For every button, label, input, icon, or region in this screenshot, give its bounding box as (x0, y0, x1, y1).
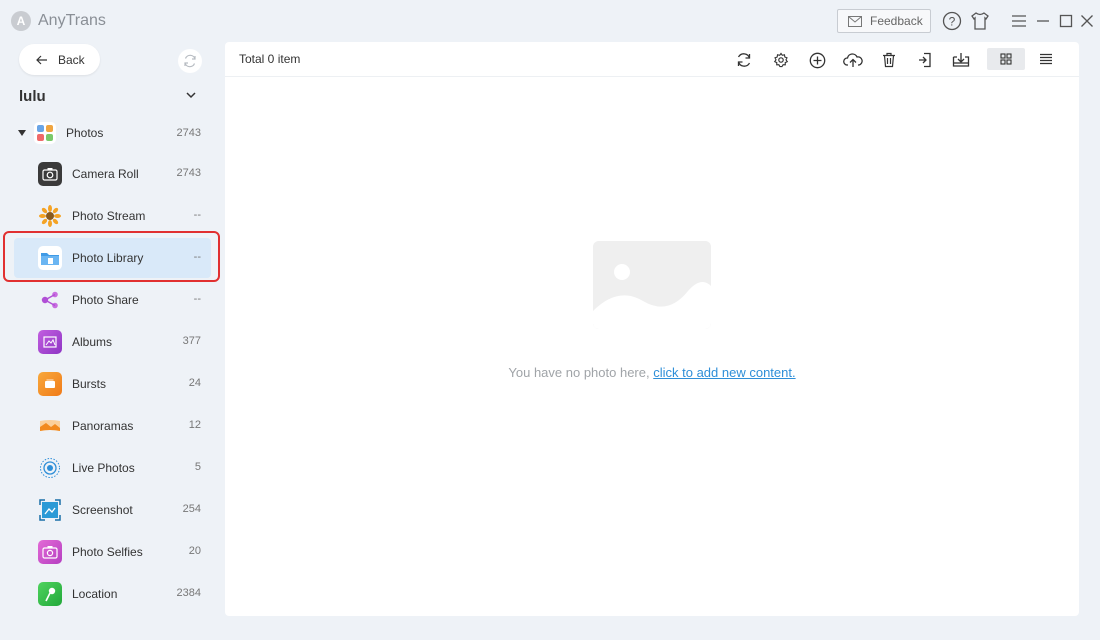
help-icon[interactable]: ? (941, 10, 963, 32)
panorama-icon (38, 414, 62, 438)
caret-down-icon[interactable] (18, 130, 26, 136)
photos-category-icon (34, 122, 56, 144)
sidebar-item-label: Live Photos (72, 461, 135, 475)
trash-icon[interactable] (878, 49, 900, 71)
sidebar-item-label: Photo Selfies (72, 545, 143, 559)
sidebar-item-count: 377 (182, 335, 201, 347)
main-panel: Total 0 item You have no photo here, cli… (225, 42, 1079, 616)
sidebar-item-count: 5 (194, 461, 201, 473)
title-bar: A AnyTrans Feedback ? (0, 0, 1100, 42)
sidebar-item-camera-roll[interactable]: Camera Roll 2743 (14, 154, 211, 194)
close-icon[interactable] (1076, 10, 1098, 32)
skin-icon[interactable] (969, 10, 991, 32)
feedback-label: Feedback (870, 14, 923, 28)
share-icon (38, 288, 62, 312)
upload-cloud-icon[interactable] (842, 49, 864, 71)
app-logo: A (11, 11, 31, 31)
sidebar-item-label: Location (72, 587, 118, 601)
back-label: Back (58, 52, 85, 67)
sidebar-item-count: 2384 (176, 587, 201, 599)
location-icon (38, 582, 62, 606)
sidebar-item-label: Camera Roll (72, 167, 139, 181)
mail-icon (848, 15, 862, 27)
empty-state-message: You have no photo here, click to add new… (225, 365, 1079, 380)
list-view-icon[interactable] (1035, 48, 1057, 70)
grid-view-icon[interactable] (987, 48, 1025, 70)
selection-highlight (3, 231, 220, 282)
category-count: 2743 (176, 127, 201, 139)
app-title: AnyTrans (38, 12, 106, 29)
sidebar-item-photo-share[interactable]: Photo Share -- (14, 280, 211, 320)
sidebar-item-count: 20 (188, 545, 201, 557)
sidebar: Back lulu Photos 2743 Camera Roll 2743 P… (0, 42, 222, 640)
device-name[interactable]: lulu (19, 88, 46, 105)
refresh-icon[interactable] (733, 49, 755, 71)
arrow-left-icon (36, 55, 47, 64)
refresh-icon (184, 54, 196, 68)
export-to-device-icon[interactable] (950, 49, 972, 71)
camera-icon (38, 162, 62, 186)
live-photo-icon (38, 456, 62, 480)
sidebar-item-label: Panoramas (72, 419, 134, 433)
add-icon[interactable] (806, 49, 828, 71)
svg-text:?: ? (949, 15, 956, 29)
empty-message-text: You have no photo here, (508, 365, 650, 380)
sidebar-item-live-photos[interactable]: Live Photos 5 (14, 448, 211, 488)
settings-icon[interactable] (770, 49, 792, 71)
selfie-icon (38, 540, 62, 564)
back-button[interactable]: Back (19, 44, 100, 75)
sidebar-item-panoramas[interactable]: Panoramas 12 (14, 406, 211, 446)
albums-icon (38, 330, 62, 354)
feedback-button[interactable]: Feedback (837, 9, 931, 33)
sidebar-item-count: 24 (188, 377, 201, 389)
sunflower-icon (38, 204, 62, 228)
sidebar-item-label: Photo Stream (72, 209, 146, 223)
add-content-link[interactable]: click to add new content. (653, 365, 795, 380)
sidebar-item-screenshot[interactable]: Screenshot 254 (14, 490, 211, 530)
sidebar-item-photo-selfies[interactable]: Photo Selfies 20 (14, 532, 211, 572)
category-photos[interactable]: Photos 2743 (16, 121, 206, 145)
sidebar-item-location[interactable]: Location 2384 (14, 574, 211, 614)
sidebar-item-count: 2743 (176, 167, 201, 179)
menu-icon[interactable] (1008, 10, 1030, 32)
export-to-pc-icon[interactable] (914, 49, 936, 71)
sidebar-item-count: 254 (182, 503, 201, 515)
sidebar-item-count: 12 (188, 419, 201, 431)
chevron-down-icon[interactable] (184, 88, 198, 102)
bursts-icon (38, 372, 62, 396)
sidebar-item-label: Albums (72, 335, 113, 349)
sidebar-item-bursts[interactable]: Bursts 24 (14, 364, 211, 404)
toolbar: Total 0 item (225, 42, 1079, 77)
empty-photo-placeholder (593, 241, 711, 329)
category-label: Photos (66, 126, 104, 140)
sidebar-item-label: Photo Share (72, 293, 139, 307)
sidebar-item-count: -- (193, 293, 201, 305)
sidebar-item-albums[interactable]: Albums 377 (14, 322, 211, 362)
refresh-device-button[interactable] (178, 49, 202, 73)
total-count-label: Total 0 item (239, 52, 301, 66)
maximize-icon[interactable] (1055, 10, 1077, 32)
minimize-icon[interactable] (1032, 10, 1054, 32)
sidebar-item-label: Screenshot (72, 503, 133, 517)
screenshot-icon (38, 498, 62, 522)
sidebar-item-photo-stream[interactable]: Photo Stream -- (14, 196, 211, 236)
sidebar-item-count: -- (193, 209, 201, 221)
sidebar-item-label: Bursts (72, 377, 107, 391)
